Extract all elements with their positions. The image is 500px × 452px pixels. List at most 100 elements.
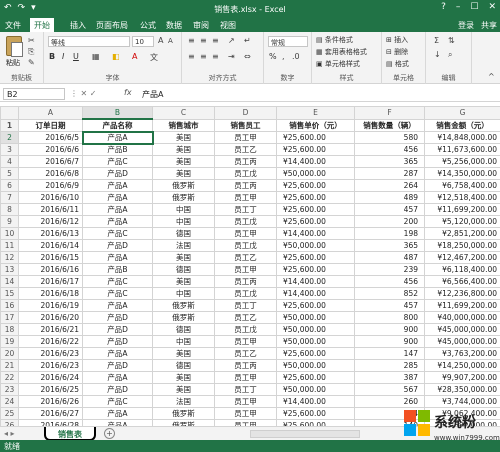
unit-price-cell[interactable]: ¥50,000.00 [276, 359, 355, 372]
amount-cell[interactable]: ¥14,350,000.00 [424, 167, 500, 180]
row-header[interactable]: 23 [0, 383, 19, 396]
city-cell[interactable]: 俄罗斯 [152, 407, 215, 420]
row-header[interactable]: 21 [0, 359, 19, 372]
column-header[interactable]: E [276, 106, 355, 120]
row-header[interactable]: 13 [0, 263, 19, 276]
quantity-cell[interactable]: 200 [354, 215, 425, 228]
order-date-cell[interactable]: 2016/6/24 [18, 371, 83, 384]
amount-cell[interactable]: ¥3,744,000.00 [424, 395, 500, 408]
unit-price-cell[interactable]: ¥50,000.00 [276, 323, 355, 336]
row-header[interactable]: 8 [0, 203, 19, 216]
city-cell[interactable]: 法国 [152, 239, 215, 252]
unit-price-cell[interactable]: ¥25,600.00 [276, 179, 355, 192]
unit-price-cell[interactable]: ¥14,400.00 [276, 395, 355, 408]
order-date-cell[interactable]: 2016/6/5 [18, 131, 83, 144]
insert-function-button[interactable]: fx [124, 88, 132, 97]
order-date-cell[interactable]: 2016/6/20 [18, 311, 83, 324]
employee-cell[interactable]: 员工乙 [214, 143, 277, 156]
row-header[interactable]: 4 [0, 155, 19, 168]
employee-cell[interactable]: 员工戊 [214, 167, 277, 180]
order-date-cell[interactable]: 2016/6/21 [18, 323, 83, 336]
align-bottom-icon[interactable]: ≡ [212, 36, 219, 45]
fill-icon[interactable]: ↓ [434, 50, 441, 59]
tab-formulas[interactable]: 公式 [140, 20, 156, 31]
order-date-cell[interactable]: 2016/6/23 [18, 347, 83, 360]
italic-button[interactable]: I [62, 52, 64, 61]
select-all-corner[interactable] [0, 106, 19, 120]
tab-review[interactable]: 审阅 [193, 20, 209, 31]
row-header[interactable]: 3 [0, 143, 19, 156]
tab-file[interactable]: 文件 [0, 18, 26, 32]
product-name-cell[interactable]: 产品A [82, 299, 153, 312]
city-cell[interactable]: 德国 [152, 359, 215, 372]
city-cell[interactable]: 德国 [152, 323, 215, 336]
unit-price-cell[interactable]: ¥25,600.00 [276, 263, 355, 276]
unit-price-cell[interactable]: ¥25,600.00 [276, 215, 355, 228]
quantity-cell[interactable]: 456 [354, 143, 425, 156]
employee-cell[interactable]: 员工丁 [214, 383, 277, 396]
order-date-cell[interactable]: 2016/6/16 [18, 263, 83, 276]
order-date-cell[interactable]: 2016/6/19 [18, 299, 83, 312]
bold-button[interactable]: B [49, 52, 55, 61]
employee-cell[interactable]: 员工甲 [214, 395, 277, 408]
order-date-cell[interactable]: 2016/6/26 [18, 395, 83, 408]
employee-cell[interactable]: 员工丙 [214, 155, 277, 168]
quantity-cell[interactable]: 900 [354, 335, 425, 348]
merge-center-icon[interactable]: ⇔ [244, 52, 251, 61]
row-header[interactable]: 15 [0, 287, 19, 300]
row-header[interactable]: 16 [0, 299, 19, 312]
employee-cell[interactable]: 员工丙 [214, 275, 277, 288]
amount-cell[interactable]: ¥12,467,200.00 [424, 251, 500, 264]
unit-price-cell[interactable]: ¥25,600.00 [276, 407, 355, 420]
row-header[interactable]: 11 [0, 239, 19, 252]
city-cell[interactable]: 美国 [152, 167, 215, 180]
city-cell[interactable]: 美国 [152, 275, 215, 288]
align-left-icon[interactable]: ≡ [188, 52, 195, 61]
product-name-cell[interactable]: 产品B [82, 263, 153, 276]
quantity-cell[interactable]: 457 [354, 203, 425, 216]
column-header[interactable]: D [214, 106, 277, 120]
product-name-cell[interactable]: 产品A [82, 407, 153, 420]
order-date-cell[interactable]: 2016/6/25 [18, 383, 83, 396]
amount-cell[interactable]: ¥12,518,400.00 [424, 191, 500, 204]
product-name-cell[interactable]: 产品D [82, 239, 153, 252]
employee-cell[interactable]: 员工丙 [214, 179, 277, 192]
amount-cell[interactable]: ¥5,120,000.00 [424, 215, 500, 228]
employee-cell[interactable]: 员工戊 [214, 287, 277, 300]
unit-price-cell[interactable]: ¥50,000.00 [276, 239, 355, 252]
row-header[interactable]: 7 [0, 191, 19, 204]
help-button[interactable]: ? [441, 2, 446, 12]
format-button[interactable]: ▤ 格式 [386, 59, 409, 69]
tab-page-layout[interactable]: 页面布局 [96, 20, 128, 31]
unit-price-cell[interactable]: ¥50,000.00 [276, 311, 355, 324]
unit-price-cell[interactable]: ¥14,400.00 [276, 287, 355, 300]
product-name-cell[interactable]: 产品D [82, 167, 153, 180]
city-cell[interactable]: 美国 [152, 251, 215, 264]
insert-button[interactable]: ⊞ 插入 [386, 35, 408, 45]
quantity-cell[interactable]: 198 [354, 227, 425, 240]
unit-price-cell[interactable]: ¥25,600.00 [276, 251, 355, 264]
header-cell[interactable]: 销售城市 [152, 118, 215, 132]
order-date-cell[interactable]: 2016/6/6 [18, 143, 83, 156]
city-cell[interactable]: 美国 [152, 155, 215, 168]
amount-cell[interactable]: ¥2,851,200.00 [424, 227, 500, 240]
phonetic-icon[interactable]: 文 [150, 52, 158, 63]
header-cell[interactable]: 销售数量（辆） [354, 118, 425, 132]
employee-cell[interactable]: 员工甲 [214, 191, 277, 204]
align-top-icon[interactable]: ≡ [188, 36, 195, 45]
quantity-cell[interactable]: 285 [354, 359, 425, 372]
amount-cell[interactable]: ¥5,256,000.00 [424, 155, 500, 168]
underline-button[interactable]: U [73, 52, 79, 61]
order-date-cell[interactable]: 2016/6/8 [18, 167, 83, 180]
employee-cell[interactable]: 员工甲 [214, 335, 277, 348]
product-name-cell[interactable]: 产品D [82, 383, 153, 396]
product-name-cell[interactable]: 产品A [82, 371, 153, 384]
row-header[interactable]: 9 [0, 215, 19, 228]
product-name-cell[interactable]: 产品A [82, 179, 153, 192]
quantity-cell[interactable]: 239 [354, 263, 425, 276]
minimize-button[interactable]: – [456, 2, 461, 12]
product-name-cell[interactable]: 产品A [82, 203, 153, 216]
order-date-cell[interactable]: 2016/6/13 [18, 227, 83, 240]
order-date-cell[interactable]: 2016/6/22 [18, 335, 83, 348]
order-date-cell[interactable]: 2016/6/10 [18, 191, 83, 204]
